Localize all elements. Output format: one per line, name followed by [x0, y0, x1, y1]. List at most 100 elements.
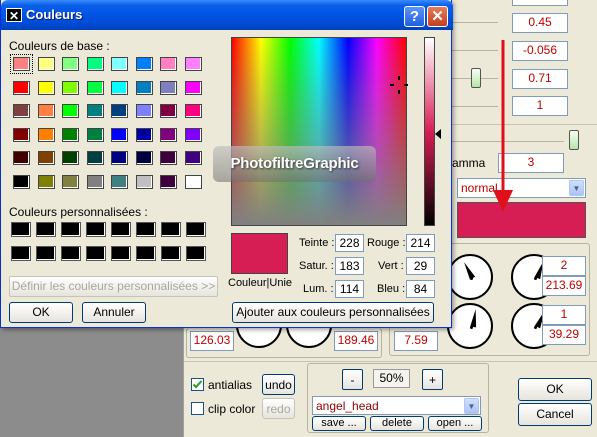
- base-color-swatch[interactable]: [135, 80, 153, 95]
- shape-select[interactable]: angel_head ▼: [312, 396, 481, 415]
- base-color-swatch[interactable]: [13, 174, 30, 189]
- dial-value-3[interactable]: 1: [542, 305, 586, 325]
- base-color-swatch[interactable]: [86, 104, 104, 118]
- dial-1[interactable]: [447, 254, 493, 300]
- open-button[interactable]: open ...: [428, 416, 482, 431]
- base-color-swatch[interactable]: [13, 127, 30, 142]
- save-button[interactable]: save ...: [312, 416, 366, 431]
- custom-color-swatch[interactable]: [36, 246, 56, 261]
- base-color-swatch[interactable]: [37, 104, 55, 118]
- base-color-swatch[interactable]: [86, 127, 104, 142]
- custom-color-swatch[interactable]: [36, 222, 56, 237]
- base-color-swatch[interactable]: [111, 174, 128, 189]
- dial-value-1[interactable]: 2: [542, 256, 586, 276]
- base-color-swatch[interactable]: [160, 127, 177, 142]
- base-color-swatch[interactable]: [37, 151, 55, 165]
- value-field-1[interactable]: 0.45: [512, 13, 568, 33]
- slider-thumb-2[interactable]: [569, 130, 579, 150]
- luminosity-field[interactable]: 114: [335, 280, 364, 298]
- antialias-checkbox[interactable]: [191, 378, 204, 391]
- custom-color-swatch[interactable]: [61, 246, 81, 261]
- base-color-swatch[interactable]: [86, 57, 104, 71]
- base-color-swatch[interactable]: [37, 174, 55, 189]
- green-field[interactable]: 29: [406, 257, 435, 275]
- custom-color-swatch[interactable]: [136, 222, 156, 237]
- dial-value-2[interactable]: 213.69: [542, 276, 586, 296]
- base-color-swatch[interactable]: [184, 57, 202, 71]
- base-color-swatch[interactable]: [37, 127, 55, 142]
- red-field[interactable]: 214: [406, 234, 435, 252]
- custom-color-swatch[interactable]: [11, 246, 31, 261]
- dial-value-7[interactable]: 7.59: [394, 331, 438, 351]
- base-color-swatch[interactable]: [135, 151, 153, 165]
- base-color-swatch[interactable]: [37, 80, 55, 95]
- close-button[interactable]: ✕: [427, 6, 448, 27]
- base-color-swatch[interactable]: [135, 57, 153, 71]
- base-color-swatch[interactable]: [86, 174, 104, 189]
- base-color-swatch[interactable]: [62, 127, 79, 142]
- base-color-swatch[interactable]: [184, 127, 202, 142]
- base-color-swatch[interactable]: [160, 57, 177, 71]
- cancel-button[interactable]: Annuler: [82, 302, 146, 323]
- base-color-swatch[interactable]: [111, 80, 128, 95]
- custom-color-swatch[interactable]: [86, 246, 106, 261]
- base-color-swatch[interactable]: [135, 127, 153, 142]
- value-field-3[interactable]: 0.71: [512, 69, 568, 89]
- custom-color-swatch[interactable]: [61, 222, 81, 237]
- base-color-swatch[interactable]: [13, 151, 30, 165]
- dial-value-5[interactable]: 126.03: [190, 331, 234, 351]
- base-color-swatch[interactable]: [37, 57, 55, 71]
- blend-mode-select[interactable]: normal ▼: [457, 178, 586, 198]
- base-color-swatch[interactable]: [184, 80, 202, 95]
- ok-button[interactable]: OK: [9, 302, 73, 323]
- base-color-swatch[interactable]: [184, 104, 202, 118]
- base-color-swatch[interactable]: [184, 174, 202, 189]
- base-color-swatch[interactable]: [62, 151, 79, 165]
- base-color-swatch[interactable]: [62, 80, 79, 95]
- base-color-swatch[interactable]: [135, 104, 153, 118]
- blend-color-swatch[interactable]: [457, 202, 586, 238]
- redo-button[interactable]: redo: [262, 398, 295, 419]
- dial-value-4[interactable]: 39.29: [542, 325, 586, 345]
- zoom-out-button[interactable]: -: [342, 369, 363, 390]
- slider-thumb[interactable]: [471, 68, 481, 88]
- base-color-swatch[interactable]: [111, 127, 128, 142]
- base-color-swatch[interactable]: [10, 54, 33, 74]
- base-color-swatch[interactable]: [160, 104, 177, 118]
- base-color-swatch[interactable]: [160, 151, 177, 165]
- add-custom-color-button[interactable]: Ajouter aux couleurs personnalisées: [232, 302, 434, 323]
- base-color-swatch[interactable]: [62, 57, 79, 71]
- custom-color-swatch[interactable]: [11, 222, 31, 237]
- custom-color-swatch[interactable]: [136, 246, 156, 261]
- base-color-swatch[interactable]: [160, 174, 177, 189]
- base-color-swatch[interactable]: [184, 151, 202, 165]
- color-spectrum[interactable]: [231, 37, 407, 226]
- help-button[interactable]: ?: [404, 6, 425, 27]
- custom-color-swatch[interactable]: [186, 246, 206, 261]
- dial-3[interactable]: [447, 303, 493, 349]
- base-color-swatch[interactable]: [111, 57, 128, 71]
- base-color-swatch[interactable]: [13, 80, 30, 95]
- saturation-field[interactable]: 183: [335, 257, 364, 275]
- base-color-swatch[interactable]: [62, 174, 79, 189]
- value-field-top[interactable]: [512, 0, 568, 6]
- luminosity-arrow-icon[interactable]: [435, 129, 441, 139]
- define-custom-colors-button[interactable]: Définir les couleurs personnalisées >>: [9, 276, 218, 297]
- undo-button[interactable]: undo: [262, 374, 295, 395]
- base-color-swatch[interactable]: [160, 80, 177, 95]
- custom-color-swatch[interactable]: [86, 222, 106, 237]
- clip-color-checkbox[interactable]: [191, 402, 204, 415]
- base-color-swatch[interactable]: [111, 151, 128, 165]
- hue-field[interactable]: 228: [335, 234, 364, 252]
- panel-cancel-button[interactable]: Cancel: [518, 403, 592, 426]
- base-color-swatch[interactable]: [86, 80, 104, 95]
- custom-color-swatch[interactable]: [161, 246, 181, 261]
- value-field-4[interactable]: 1: [512, 96, 568, 116]
- blue-field[interactable]: 84: [406, 280, 435, 298]
- base-color-swatch[interactable]: [62, 104, 79, 118]
- custom-color-swatch[interactable]: [111, 246, 131, 261]
- dial-value-6[interactable]: 189.46: [334, 331, 378, 351]
- panel-ok-button[interactable]: OK: [518, 378, 592, 401]
- base-color-swatch[interactable]: [135, 174, 153, 189]
- luminosity-bar[interactable]: [424, 37, 435, 226]
